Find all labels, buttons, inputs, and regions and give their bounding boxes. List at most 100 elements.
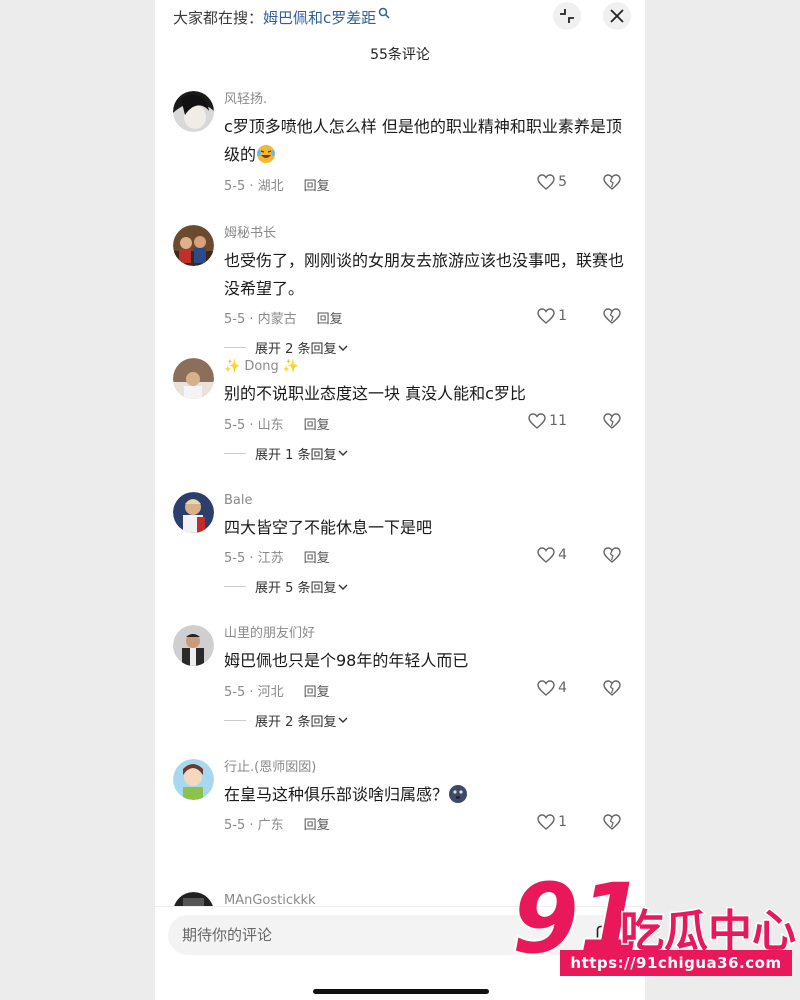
comment-meta: 5-5 · 内蒙古 回复 1 xyxy=(224,307,629,329)
username[interactable]: Bale xyxy=(224,491,629,511)
search-label: 大家都在搜： xyxy=(173,8,264,27)
dislike-button[interactable] xyxy=(603,413,621,433)
expand-replies-label: 展开 1 条回复 xyxy=(255,447,337,463)
comment-meta: 5-5 · 湖北 回复 5 xyxy=(224,173,629,195)
like-count: 4 xyxy=(558,546,567,563)
rofl-emoji xyxy=(257,145,276,163)
comment-date-location: 5-5 · 山东 xyxy=(224,417,284,433)
dislike-button[interactable] xyxy=(603,546,621,567)
like-button[interactable]: 5 xyxy=(537,174,567,190)
home-indicator xyxy=(313,989,489,994)
reply-button[interactable]: 回复 xyxy=(304,681,330,700)
like-count: 11 xyxy=(549,413,567,429)
close-button[interactable] xyxy=(603,2,631,30)
dislike-button[interactable] xyxy=(603,174,621,194)
chevron-down-icon xyxy=(338,345,348,351)
collapse-button[interactable] xyxy=(553,2,581,30)
like-button[interactable]: 1 xyxy=(537,814,567,830)
comment-date-location: 5-5 · 江苏 xyxy=(224,551,284,566)
comment-date-location: 5-5 · 内蒙古 xyxy=(224,312,297,327)
chevron-down-icon xyxy=(338,584,348,590)
collapse-icon xyxy=(560,9,574,23)
comment-item: Bale 四大皆空了不能休息一下是吧 5-5 · 江苏 回复 4 展开 5 条回… xyxy=(155,491,645,625)
comment-text: 在皇马这种俱乐部谈啥归属感？ xyxy=(224,781,629,809)
heart-icon xyxy=(537,307,555,324)
expand-replies-button[interactable]: 展开 5 条回复 xyxy=(224,577,629,597)
comment-text: 别的不说职业态度这一块 真没人能和c罗比 xyxy=(224,384,526,403)
divider xyxy=(224,347,246,348)
comment-count: 55条评论 xyxy=(370,47,430,63)
reply-button[interactable]: 回复 xyxy=(304,547,330,566)
comment-panel: 大家都在搜： 姆巴佩和c罗差距 55条评论 风轻扬. c罗顶多喷他人怎么样 但是… xyxy=(155,0,645,1000)
broken-heart-icon xyxy=(603,413,621,429)
username[interactable]: 山里的朋友们好 xyxy=(224,624,629,644)
expand-replies-button[interactable]: 展开 2 条回复 xyxy=(224,338,629,358)
avatar[interactable] xyxy=(173,491,214,533)
avatar[interactable] xyxy=(173,358,214,399)
comment-meta: 5-5 · 广东 回复 1 xyxy=(224,813,629,835)
reply-button[interactable]: 回复 xyxy=(317,308,343,327)
comment-item: 姆秘书长 也受伤了，刚刚谈的女朋友去旅游应该也没事吧，联赛也没希望了。 5-5 … xyxy=(155,224,645,358)
comment-date-location: 5-5 · 河北 xyxy=(224,684,284,700)
like-button[interactable]: 4 xyxy=(537,547,567,563)
expand-replies-button[interactable]: 展开 1 条回复 xyxy=(224,443,629,463)
expand-replies-button[interactable]: 展开 2 条回复 xyxy=(224,710,629,730)
comment-input[interactable] xyxy=(182,926,482,944)
divider xyxy=(224,452,246,454)
search-suggestion[interactable]: 大家都在搜： 姆巴佩和c罗差距 xyxy=(173,6,390,28)
comment-text: 姆巴佩也只是个98年的年轻人而已 xyxy=(224,651,469,670)
like-count: 4 xyxy=(558,680,567,696)
avatar[interactable] xyxy=(173,91,214,132)
avatar[interactable] xyxy=(173,224,214,266)
reply-button[interactable]: 回复 xyxy=(304,814,330,833)
dislike-button[interactable] xyxy=(603,813,621,834)
broken-heart-icon xyxy=(603,813,621,830)
like-button[interactable]: 11 xyxy=(528,413,567,429)
broken-heart-icon xyxy=(603,680,621,696)
comment-text: c罗顶多喷他人怎么样 但是他的职业精神和职业素养是顶级的 xyxy=(224,117,622,164)
reply-button[interactable]: 回复 xyxy=(304,175,330,194)
like-count: 1 xyxy=(558,813,567,830)
watermark-logo: 91 吃瓜中心 xyxy=(510,861,798,977)
comment-date-location: 5-5 · 湖北 xyxy=(224,178,284,194)
comment-text: 四大皆空了不能休息一下是吧 xyxy=(224,517,433,537)
heart-icon xyxy=(528,413,546,429)
like-count: 5 xyxy=(558,174,567,190)
heart-icon xyxy=(537,813,555,830)
expand-replies-label: 展开 2 条回复 xyxy=(255,714,337,730)
expand-replies-label: 展开 5 条回复 xyxy=(255,581,337,596)
comment-meta: 5-5 · 江苏 回复 4 xyxy=(224,546,629,568)
avatar[interactable] xyxy=(173,758,214,800)
heart-icon xyxy=(537,174,555,190)
heart-icon xyxy=(537,680,555,696)
comment-meta: 5-5 · 山东 回复 11 xyxy=(224,412,629,434)
username[interactable]: ✨ Dong ✨ xyxy=(224,357,629,377)
avatar[interactable] xyxy=(173,625,214,666)
like-count: 1 xyxy=(558,307,567,324)
dizzy-face-emoji xyxy=(449,784,468,803)
search-query-link[interactable]: 姆巴佩和c罗差距 xyxy=(263,7,376,28)
divider xyxy=(224,719,246,721)
broken-heart-icon xyxy=(603,546,621,563)
search-icon xyxy=(379,7,390,19)
comment-meta: 5-5 · 河北 回复 4 xyxy=(224,679,629,701)
comment-date-location: 5-5 · 广东 xyxy=(224,818,284,833)
watermark-url: https://91chigua36.com xyxy=(560,950,792,976)
divider xyxy=(224,586,246,587)
username[interactable]: 姆秘书长 xyxy=(224,224,629,244)
dislike-button[interactable] xyxy=(603,680,621,700)
comment-item: 山里的朋友们好 姆巴佩也只是个98年的年轻人而已 5-5 · 河北 回复 4 展… xyxy=(155,624,645,758)
chevron-down-icon xyxy=(338,717,348,723)
comment-text: 也受伤了，刚刚谈的女朋友去旅游应该也没事吧，联赛也没希望了。 xyxy=(224,250,625,298)
dislike-button[interactable] xyxy=(603,307,621,328)
heart-icon xyxy=(537,546,555,563)
username[interactable]: 风轻扬. xyxy=(224,90,629,110)
like-button[interactable]: 1 xyxy=(537,308,567,324)
expand-replies-label: 展开 2 条回复 xyxy=(255,342,337,357)
broken-heart-icon xyxy=(603,174,621,190)
like-button[interactable]: 4 xyxy=(537,680,567,696)
reply-button[interactable]: 回复 xyxy=(304,414,330,433)
close-icon xyxy=(610,9,624,23)
username[interactable]: 行止.(恩师囡囡) xyxy=(224,758,629,778)
comment-item: ✨ Dong ✨ 别的不说职业态度这一块 真没人能和c罗比 5-5 · 山东 回… xyxy=(155,357,645,491)
